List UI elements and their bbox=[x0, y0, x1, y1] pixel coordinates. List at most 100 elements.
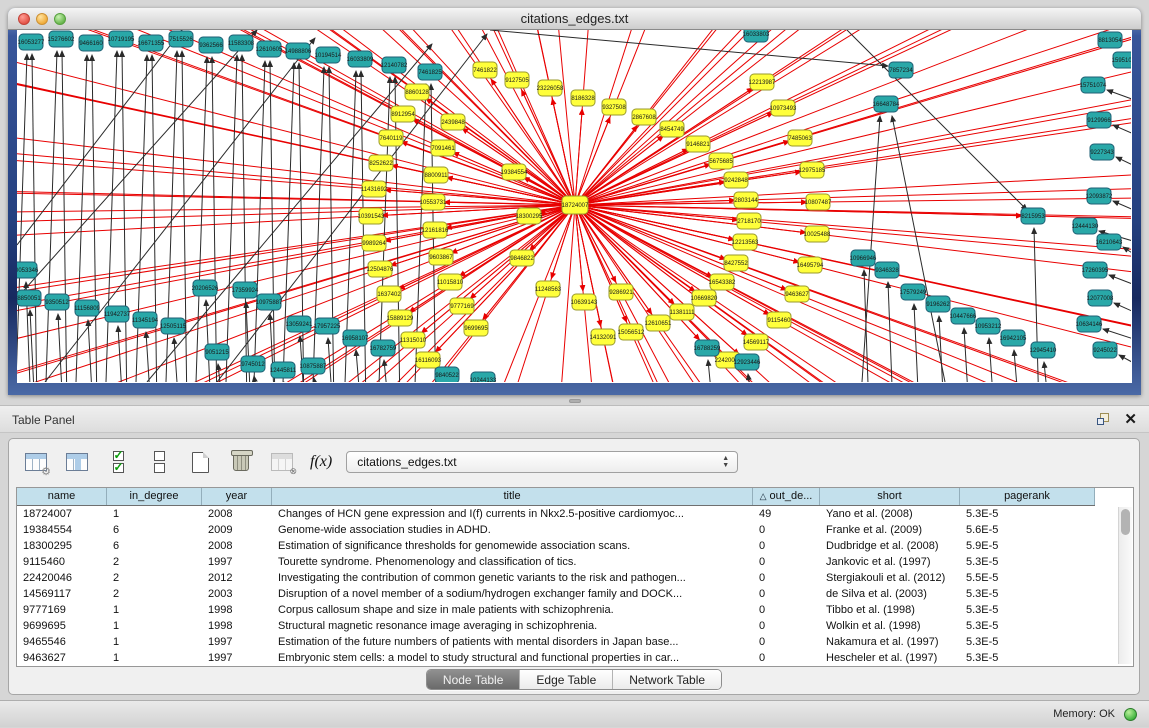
teal-node-16958107[interactable]: 16958107 bbox=[342, 330, 369, 346]
float-window-icon[interactable] bbox=[1097, 413, 1111, 427]
teal-node-7461825[interactable]: 7461825 bbox=[418, 64, 442, 80]
yellow-node-8454749[interactable]: 8454749 bbox=[660, 121, 684, 137]
table-row[interactable]: 1830029562008Estimation of significance … bbox=[17, 538, 1095, 554]
teal-node-10719195[interactable]: 10719195 bbox=[108, 31, 135, 47]
scrollbar-thumb[interactable] bbox=[1121, 509, 1130, 535]
table-row[interactable]: 1456911722003Disruption of a novel membe… bbox=[17, 586, 1095, 602]
unselect-all-columns-button[interactable] bbox=[146, 449, 172, 475]
yellow-node-2718170[interactable]: 2718170 bbox=[737, 213, 761, 229]
yellow-node-9242848[interactable]: 9242848 bbox=[724, 172, 748, 188]
yellow-node-12161816[interactable]: 12161816 bbox=[422, 222, 449, 238]
teal-node-17359924[interactable]: 17359924 bbox=[232, 282, 259, 298]
teal-node-16782759[interactable]: 16782759 bbox=[370, 340, 397, 356]
tab-network-table[interactable]: Network Table bbox=[613, 670, 721, 689]
yellow-node-8860128[interactable]: 8860128 bbox=[405, 84, 429, 100]
table-row[interactable]: 969969511998Structural magnetic resonanc… bbox=[17, 618, 1095, 634]
teal-node-10244133[interactable]: 10244133 bbox=[470, 372, 497, 382]
vertical-scrollbar[interactable] bbox=[1118, 507, 1132, 664]
yellow-node-16116093[interactable]: 16116093 bbox=[415, 352, 442, 368]
window-titlebar[interactable]: citations_edges.txt bbox=[8, 8, 1141, 30]
teal-node-9051215[interactable]: 9051215 bbox=[205, 344, 229, 360]
delete-column-button[interactable] bbox=[228, 449, 254, 475]
yellow-node-9603867[interactable]: 9603867 bbox=[429, 249, 453, 265]
teal-node-12077008[interactable]: 12077008 bbox=[1087, 290, 1114, 306]
yellow-node-9463627[interactable]: 9463627 bbox=[785, 286, 809, 302]
teal-node-20206526[interactable]: 20206526 bbox=[192, 280, 219, 296]
teal-node-11156809[interactable]: 11156809 bbox=[74, 300, 100, 316]
table-row[interactable]: 2242004622012Investigating the contribut… bbox=[17, 570, 1095, 586]
yellow-node-2867608[interactable]: 2867608 bbox=[632, 109, 656, 125]
teal-node-9362566[interactable]: 9362566 bbox=[199, 37, 223, 53]
teal-node-17579249[interactable]: 17579249 bbox=[900, 284, 927, 300]
tab-edge-table[interactable]: Edge Table bbox=[520, 670, 613, 689]
yellow-node-10391543[interactable]: 10391543 bbox=[358, 208, 385, 224]
yellow-node-10025488[interactable]: 10025488 bbox=[804, 226, 831, 242]
teal-node-15751074[interactable]: 15751074 bbox=[1080, 77, 1107, 93]
yellow-node-23226058[interactable]: 23226058 bbox=[537, 80, 564, 96]
yellow-node-10807487[interactable]: 10807487 bbox=[805, 194, 832, 210]
teal-node-13059241[interactable]: 13059241 bbox=[286, 316, 313, 332]
column-header-out_de[interactable]: △out_de... bbox=[753, 488, 820, 505]
yellow-node-16495794[interactable]: 16495794 bbox=[797, 257, 824, 273]
yellow-node-10639143[interactable]: 10639143 bbox=[571, 294, 598, 310]
teal-node-9745012[interactable]: 9745012 bbox=[241, 356, 265, 372]
yellow-node-7091461[interactable]: 7091461 bbox=[431, 140, 455, 156]
create-column-button[interactable] bbox=[187, 449, 213, 475]
yellow-node-12213987[interactable]: 12213987 bbox=[749, 74, 776, 90]
teal-node-11942737[interactable]: 11942737 bbox=[104, 306, 131, 322]
teal-node-12444130[interactable]: 12444130 bbox=[1072, 218, 1099, 234]
yellow-node-10553731[interactable]: 10553731 bbox=[420, 194, 447, 210]
teal-node-10966946[interactable]: 10966946 bbox=[850, 250, 877, 266]
table-row[interactable]: 1872400712008Changes of HCN gene express… bbox=[17, 506, 1095, 522]
yellow-node-7640119[interactable]: 7640119 bbox=[379, 130, 403, 146]
yellow-node-11315010[interactable]: 11315010 bbox=[400, 332, 427, 348]
yellow-node-11015810[interactable]: 11015810 bbox=[437, 274, 464, 290]
tab-node-table[interactable]: Node Table bbox=[427, 670, 521, 689]
teal-node-16788259[interactable]: 16788259 bbox=[694, 340, 721, 356]
teal-node-10875887[interactable]: 10875887 bbox=[300, 358, 327, 374]
yellow-node-9327508[interactable]: 9327508 bbox=[602, 99, 626, 115]
yellow-node-15889129[interactable]: 15889129 bbox=[387, 310, 414, 326]
teal-node-11583308[interactable]: 11583308 bbox=[228, 35, 255, 51]
teal-node-15276602[interactable]: 15276602 bbox=[48, 31, 75, 47]
teal-node-12610605[interactable]: 12610605 bbox=[256, 41, 283, 57]
teal-node-9196262[interactable]: 9196262 bbox=[926, 296, 950, 312]
teal-node-9245022[interactable]: 9245022 bbox=[1093, 342, 1117, 358]
column-header-pagerank[interactable]: pagerank bbox=[960, 488, 1095, 505]
teal-node-9129966[interactable]: 9129966 bbox=[1087, 112, 1111, 128]
teal-node-16053277[interactable]: 16053277 bbox=[18, 34, 45, 50]
teal-node-8813054[interactable]: 8813054 bbox=[1098, 32, 1122, 48]
table-row[interactable]: 946554611997Estimation of the future num… bbox=[17, 634, 1095, 650]
yellow-node-8427552[interactable]: 8427552 bbox=[724, 255, 748, 271]
table-row[interactable]: 977716911998Corpus callosum shape and si… bbox=[17, 602, 1095, 618]
teal-node-10194514[interactable]: 10194514 bbox=[315, 47, 342, 63]
yellow-node-10973493[interactable]: 10973493 bbox=[770, 100, 797, 116]
yellow-node-10669820[interactable]: 10669820 bbox=[691, 290, 718, 306]
teal-node-10953212[interactable]: 10953212 bbox=[975, 318, 1002, 334]
teal-node-10975887[interactable]: 10975887 bbox=[256, 294, 283, 310]
teal-node-12923446[interactable]: 12923446 bbox=[734, 354, 761, 370]
teal-node-20053346[interactable]: 20053346 bbox=[17, 262, 39, 278]
yellow-node-12504876[interactable]: 12504876 bbox=[367, 261, 394, 277]
yellow-node-9127505[interactable]: 9127505 bbox=[505, 72, 529, 88]
yellow-node-8800911[interactable]: 8800911 bbox=[424, 167, 448, 183]
show-columns-button[interactable] bbox=[64, 449, 90, 475]
yellow-node-12610651[interactable]: 12610651 bbox=[645, 315, 672, 331]
teal-node-16671355[interactable]: 16671355 bbox=[138, 35, 165, 51]
yellow-node-9777169[interactable]: 9777169 bbox=[450, 298, 474, 314]
yellow-node-8912954[interactable]: 8912954 bbox=[391, 106, 415, 122]
yellow-node-18724007[interactable]: 18724007 bbox=[562, 196, 589, 214]
yellow-node-11248563[interactable]: 11248563 bbox=[535, 281, 562, 297]
teal-node-12505115[interactable]: 12505115 bbox=[160, 318, 187, 334]
panel-divider-handle[interactable] bbox=[569, 399, 581, 403]
yellow-node-12213563[interactable]: 12213563 bbox=[732, 234, 759, 250]
column-header-in_degree[interactable]: in_degree bbox=[107, 488, 202, 505]
yellow-node-11431692[interactable]: 11431692 bbox=[361, 181, 388, 197]
teal-node-9840522[interactable]: 9840522 bbox=[435, 367, 459, 382]
yellow-node-15056512[interactable]: 15056512 bbox=[618, 324, 645, 340]
teal-node-8215953[interactable]: 8215953 bbox=[1021, 208, 1045, 224]
teal-node-17957225[interactable]: 17957225 bbox=[314, 318, 341, 334]
teal-node-9350512[interactable]: 9350512 bbox=[45, 294, 69, 310]
yellow-node-9699695[interactable]: 9699695 bbox=[464, 320, 488, 336]
teal-node-9466160[interactable]: 9466160 bbox=[79, 35, 103, 51]
